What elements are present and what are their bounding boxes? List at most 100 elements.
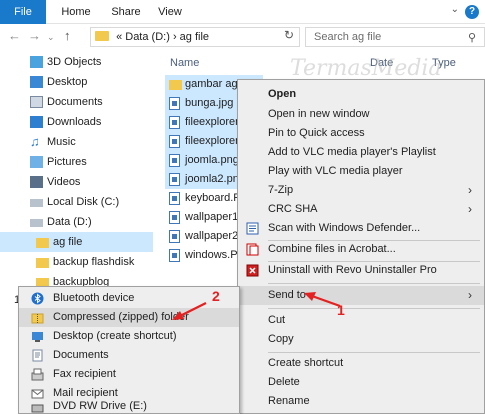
search-icon: ⚲ [467,32,476,44]
sidebar-item-documents[interactable]: Documents [0,92,153,112]
menu-item-combine-acrobat[interactable]: Combine files in Acrobat... [238,240,484,259]
image-file-icon [169,154,180,167]
sidebar-item-local-disk-c[interactable]: Local Disk (C:) [0,192,153,212]
menu-item-open-new-window[interactable]: Open in new window [238,105,484,124]
menu-item-play-vlc[interactable]: Play with VLC media player [238,162,484,181]
file-name: fileexplorer2 [185,135,245,147]
submenu-item-compressed-folder[interactable]: Compressed (zipped) folder [19,308,239,327]
file-name: fileexplorer. [185,116,242,128]
file-name: joomla.png [185,154,239,166]
menu-item-delete[interactable]: Delete [238,373,484,392]
folder-icon [36,278,49,286]
sidebar-item-music[interactable]: ♫ Music [0,132,153,152]
address-bar[interactable]: « Data (D:) › ag file [90,27,300,47]
menu-item-open[interactable]: Open [238,85,484,104]
menu-item-7zip[interactable]: 7-Zip › [238,181,484,200]
sidebar-item-ag-file[interactable]: ag file [0,232,153,252]
menu-item-cut[interactable]: Cut [238,311,484,330]
sidebar-item-label: 3D Objects [47,56,102,68]
back-arrow-icon[interactable]: ← [8,28,21,43]
sidebar-item-backupblog[interactable]: backupblog [0,272,153,286]
sidebar-item-label: ag file [53,236,83,248]
menu-item-crc-sha[interactable]: CRC SHA › [238,200,484,219]
submenu-item-documents[interactable]: Documents [19,346,239,365]
menu-item-revo-uninstaller[interactable]: Uninstall with Revo Uninstaller Pro [238,261,484,280]
annotation-number-1: 1 [337,302,345,318]
image-file-icon [169,192,180,205]
refresh-icon[interactable]: ↻ [284,28,294,42]
forward-arrow-icon[interactable]: → [28,28,41,43]
drive-icon [30,219,43,227]
submenu-item-desktop-shortcut[interactable]: Desktop (create shortcut) [19,327,239,346]
drive-icon [30,199,43,207]
acrobat-icon [246,243,259,256]
tab-file[interactable]: File [0,0,46,24]
breadcrumb-data-drive[interactable]: Data (D:) [125,31,170,43]
folder-icon [36,258,49,268]
menu-item-pin-quick-access[interactable]: Pin to Quick access [238,124,484,143]
music-icon: ♫ [30,134,40,149]
expand-ribbon-icon[interactable]: ⌄ [451,4,459,15]
sidebar-item-desktop[interactable]: Desktop [0,72,153,92]
file-name: wallpaper2. [185,230,242,242]
sidebar-item-data-d[interactable]: Data (D:) [0,212,153,232]
menu-item-rename[interactable]: Rename [238,392,484,411]
image-file-icon [169,230,180,243]
sidebar-item-backup-flashdisk[interactable]: backup flashdisk [0,252,153,272]
dvd-drive-icon [31,404,44,413]
folder-icon [169,80,182,90]
documents-icon [30,96,43,108]
navigation-bar: ← → ⌄ ↑ « Data (D:) › ag file ↻ Search a… [0,24,485,50]
watermark: TermasMedia [290,56,442,81]
file-name: joomla2.pn [185,173,239,185]
sidebar-item-label: Local Disk (C:) [47,196,120,208]
ribbon: File Home Share View ⌄ ? [0,0,485,24]
fax-icon [31,368,44,381]
menu-item-copy[interactable]: Copy [238,330,484,349]
search-input[interactable]: Search ag file ⚲ [305,27,485,47]
up-arrow-icon[interactable]: ↑ [64,28,71,43]
submenu-item-fax[interactable]: Fax recipient [19,365,239,384]
menu-item-add-vlc-playlist[interactable]: Add to VLC media player's Playlist [238,143,484,162]
mail-icon [31,389,44,399]
image-file-icon [169,97,180,110]
submenu-item-bluetooth[interactable]: Bluetooth device [19,289,239,308]
menu-item-create-shortcut[interactable]: Create shortcut [238,354,484,373]
sidebar-item-label: Data (D:) [47,216,92,228]
menu-item-send-to[interactable]: Send to › [238,286,484,305]
desktop-icon [30,76,43,88]
address-prefix: « [116,31,123,43]
search-placeholder: Search ag file [314,31,382,43]
sidebar-item-downloads[interactable]: Downloads [0,112,153,132]
sidebar-item-label: Downloads [47,116,102,128]
sidebar-item-label: Desktop [47,76,88,88]
file-name: keyboard.Pl [185,192,244,204]
sidebar-item-videos[interactable]: Videos [0,172,153,192]
file-name: wallpaper1. [185,211,242,223]
image-file-icon [169,116,180,129]
recent-locations-icon[interactable]: ⌄ [47,32,55,43]
image-file-icon [169,135,180,148]
help-icon[interactable]: ? [465,5,479,19]
menu-separator [268,283,480,284]
column-name[interactable]: Name [170,57,199,69]
image-file-icon [169,173,180,186]
menu-item-scan-defender[interactable]: Scan with Windows Defender... [238,219,484,238]
zip-folder-icon [31,313,44,324]
sidebar-item-3d-objects[interactable]: 3D Objects [0,52,153,72]
folder-icon [95,31,109,41]
tab-share[interactable]: Share [106,0,146,24]
breadcrumb-ag-file[interactable]: ag file [180,31,209,43]
sidebar-item-pictures[interactable]: Pictures [0,152,153,172]
tab-home[interactable]: Home [56,0,96,24]
submenu-item-dvd-drive[interactable]: DVD RW Drive (E:) [19,401,239,413]
sidebar-item-label: Pictures [47,156,87,168]
menu-separator [268,308,480,309]
submenu-arrow-icon: › [468,288,472,302]
3d-objects-icon [30,56,43,68]
submenu-arrow-icon: › [468,183,472,197]
windows-defender-icon [246,222,259,235]
sidebar-item-label: backup flashdisk [53,256,135,268]
tab-view[interactable]: View [152,0,188,24]
pictures-icon [30,156,43,168]
